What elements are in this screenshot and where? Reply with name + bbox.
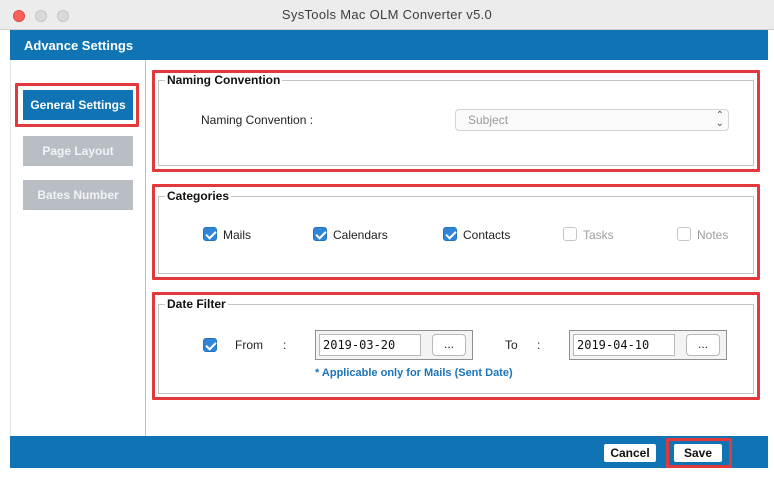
highlight-frame-general-settings <box>15 83 139 127</box>
highlight-frame-categories <box>152 184 760 280</box>
highlight-frame-save <box>666 438 732 468</box>
sidebar-item-bates-number[interactable]: Bates Number <box>23 180 133 210</box>
settings-content: Naming Convention Naming Convention : Su… <box>146 60 768 436</box>
sidebar: General Settings Page Layout Bates Numbe… <box>10 60 146 436</box>
highlight-frame-naming-convention <box>152 70 760 172</box>
cancel-button[interactable]: Cancel <box>604 444 656 462</box>
footer-bar: Cancel Save <box>10 436 768 468</box>
sidebar-item-page-layout[interactable]: Page Layout <box>23 136 133 166</box>
window-title: SysTools Mac OLM Converter v5.0 <box>281 7 493 22</box>
page-title: Advance Settings <box>24 38 134 53</box>
highlight-frame-date-filter <box>152 292 760 400</box>
header-bar: Advance Settings <box>10 30 768 60</box>
title-bar: SysTools Mac OLM Converter v5.0 <box>0 0 774 30</box>
